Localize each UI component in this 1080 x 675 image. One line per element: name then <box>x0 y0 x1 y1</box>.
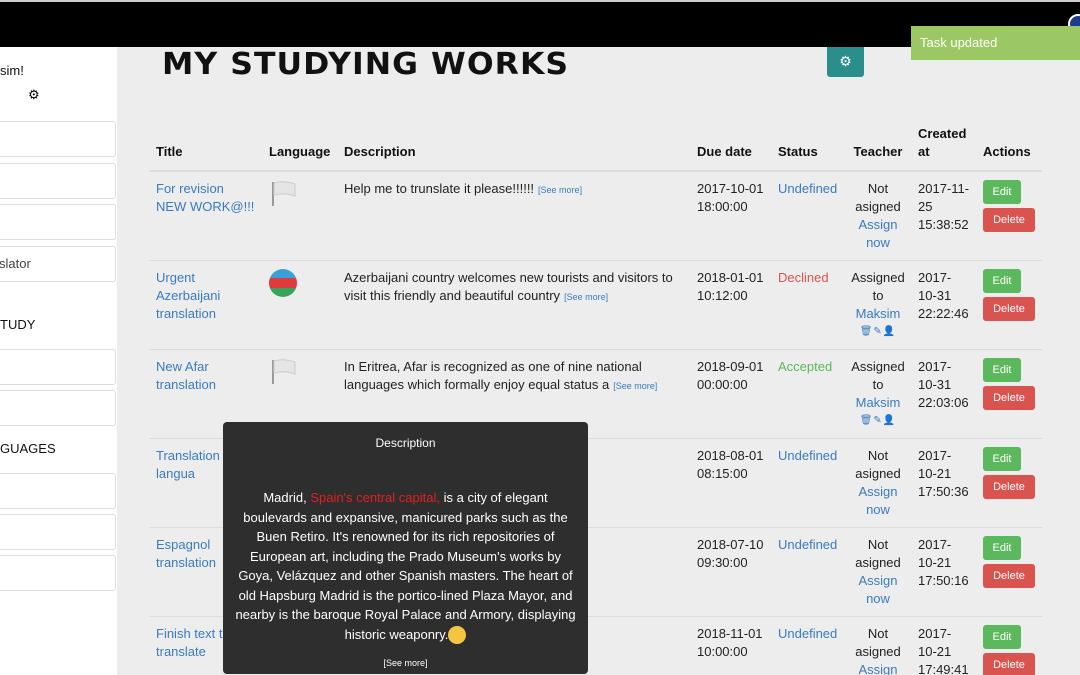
sidebar-item[interactable] <box>0 514 116 550</box>
due-date: 2018-09-01 00:00:00 <box>697 359 764 392</box>
work-description: Azerbaijani country welcomes new tourist… <box>344 270 673 303</box>
created-at: 2017-10-31 22:22:46 <box>918 270 969 321</box>
col-language: Language <box>262 125 337 172</box>
teacher-name-link[interactable]: Maksim <box>851 394 905 412</box>
created-at: 2017-10-31 22:03:06 <box>918 359 969 410</box>
delete-button[interactable]: Delete <box>983 653 1035 675</box>
col-created-at: Created at <box>911 125 976 172</box>
gear-icon[interactable]: ⚙ <box>28 87 40 103</box>
col-teacher: Teacher <box>844 125 911 172</box>
tooltip-see-more-link[interactable]: [See more] <box>223 658 588 668</box>
teacher-status: Assigned to <box>851 270 905 303</box>
col-due-date: Due date <box>690 125 771 172</box>
due-date: 2017-10-01 18:00:00 <box>697 181 764 214</box>
col-actions: Actions <box>976 125 1042 172</box>
delete-button[interactable]: Delete <box>983 297 1035 321</box>
see-more-link[interactable]: [See more] <box>538 185 582 195</box>
teacher-name-link[interactable]: Maksim <box>851 305 905 323</box>
table-row: For revision NEW WORK@!!! Help me to tru… <box>149 170 1042 261</box>
main-content: MY STUDYING WORKS ⚙ Title Language Descr… <box>117 47 1080 675</box>
edit-button[interactable]: Edit <box>983 358 1021 382</box>
white-flag-icon <box>272 181 296 206</box>
created-at: 2017-10-21 17:50:36 <box>918 448 969 499</box>
greeting: sim! <box>0 63 24 78</box>
tooltip-text-pre: Madrid, <box>263 490 311 505</box>
sidebar-item-translator[interactable]: slator <box>0 246 116 282</box>
status-badge: Accepted <box>778 359 833 374</box>
sidebar-section-study: TUDY <box>0 317 36 332</box>
settings-button[interactable]: ⚙ <box>827 47 864 77</box>
status-badge: Declined <box>778 270 829 285</box>
sidebar: sim! ⚙ slator TUDY GUAGES <box>0 47 117 675</box>
due-date: 2018-11-01 10:00:00 <box>697 626 763 659</box>
edit-button[interactable]: Edit <box>983 447 1021 471</box>
assign-now-link[interactable]: Assign now <box>851 216 905 252</box>
sidebar-item[interactable] <box>0 163 116 199</box>
see-more-link[interactable]: [See more] <box>564 292 608 302</box>
gear-icon: ⚙ <box>839 53 852 69</box>
delete-button[interactable]: Delete <box>983 386 1035 410</box>
work-title-link[interactable]: For revision NEW WORK@!!! <box>156 181 254 214</box>
sidebar-item[interactable] <box>0 390 116 426</box>
sidebar-item[interactable] <box>0 473 116 509</box>
tooltip-text-post: is a city of elegant boulevards and expa… <box>235 490 576 642</box>
delete-button[interactable]: Delete <box>983 208 1035 232</box>
col-title: Title <box>149 125 262 172</box>
page-title: MY STUDYING WORKS <box>162 47 570 82</box>
due-date: 2018-07-10 09:30:00 <box>697 537 764 570</box>
teacher-status: Not asigned <box>855 537 901 570</box>
edit-button[interactable]: Edit <box>983 180 1021 204</box>
work-description: In Eritrea, Afar is recognized as one of… <box>344 359 642 392</box>
work-title-link[interactable]: Urgent Azerbaijani translation <box>156 270 220 321</box>
status-badge: Undefined <box>778 626 838 641</box>
sidebar-item[interactable] <box>0 349 116 385</box>
assign-now-link[interactable]: Assign <box>851 661 905 675</box>
azerbaijan-flag-icon <box>269 269 297 297</box>
teacher-status: Not asigned <box>855 626 901 659</box>
tooltip-highlight: Spain's central capital, <box>310 490 440 505</box>
due-date: 2018-08-01 08:15:00 <box>697 448 764 481</box>
teacher-status: Not asigned <box>855 448 901 481</box>
col-description: Description <box>337 125 690 172</box>
teacher-status: Assigned to <box>851 359 905 392</box>
sidebar-item[interactable] <box>0 555 116 591</box>
edit-button[interactable]: Edit <box>983 625 1021 649</box>
see-more-link[interactable]: [See more] <box>613 381 657 391</box>
sidebar-item[interactable] <box>0 121 116 157</box>
created-at: 2017-11-25 15:38:52 <box>918 181 970 232</box>
created-at: 2017-10-21 17:49:41 <box>918 626 969 675</box>
description-tooltip: Description Madrid, Spain's central capi… <box>223 422 588 674</box>
work-title-link[interactable]: Finish text to translate <box>156 626 230 659</box>
delete-button[interactable]: Delete <box>983 475 1035 499</box>
tooltip-body: Madrid, Spain's central capital, is a ci… <box>231 488 580 645</box>
smiley-icon <box>448 626 467 645</box>
sidebar-section-languages: GUAGES <box>0 441 56 456</box>
status-badge: Undefined <box>778 537 838 552</box>
col-created-at-label: Created at <box>918 126 967 159</box>
tooltip-title: Description <box>375 436 436 450</box>
work-title-link[interactable]: Espagnol translation <box>156 537 216 570</box>
delete-button[interactable]: Delete <box>983 564 1035 588</box>
due-date: 2018-01-01 10:12:00 <box>697 270 764 303</box>
status-badge: Undefined <box>778 448 838 463</box>
white-flag-icon <box>272 359 296 384</box>
teacher-status: Not asigned <box>855 181 901 214</box>
assign-now-link[interactable]: Assign now <box>851 483 905 519</box>
table-row: Urgent Azerbaijani translation Azerbaija… <box>149 260 1042 350</box>
assign-now-link[interactable]: Assign now <box>851 572 905 608</box>
teacher-action-icons[interactable]: 🗑✎👤 <box>851 412 905 430</box>
edit-button[interactable]: Edit <box>983 269 1021 293</box>
work-title-link[interactable]: New Afar translation <box>156 359 216 392</box>
created-at: 2017-10-21 17:50:16 <box>918 537 969 588</box>
status-badge: Undefined <box>778 181 838 196</box>
edit-button[interactable]: Edit <box>983 536 1021 560</box>
sidebar-item[interactable] <box>0 204 116 240</box>
col-status: Status <box>771 125 844 172</box>
teacher-action-icons[interactable]: 🗑✎👤 <box>851 323 905 341</box>
work-description: Help me to trunslate it please!!!!!! <box>344 181 535 196</box>
